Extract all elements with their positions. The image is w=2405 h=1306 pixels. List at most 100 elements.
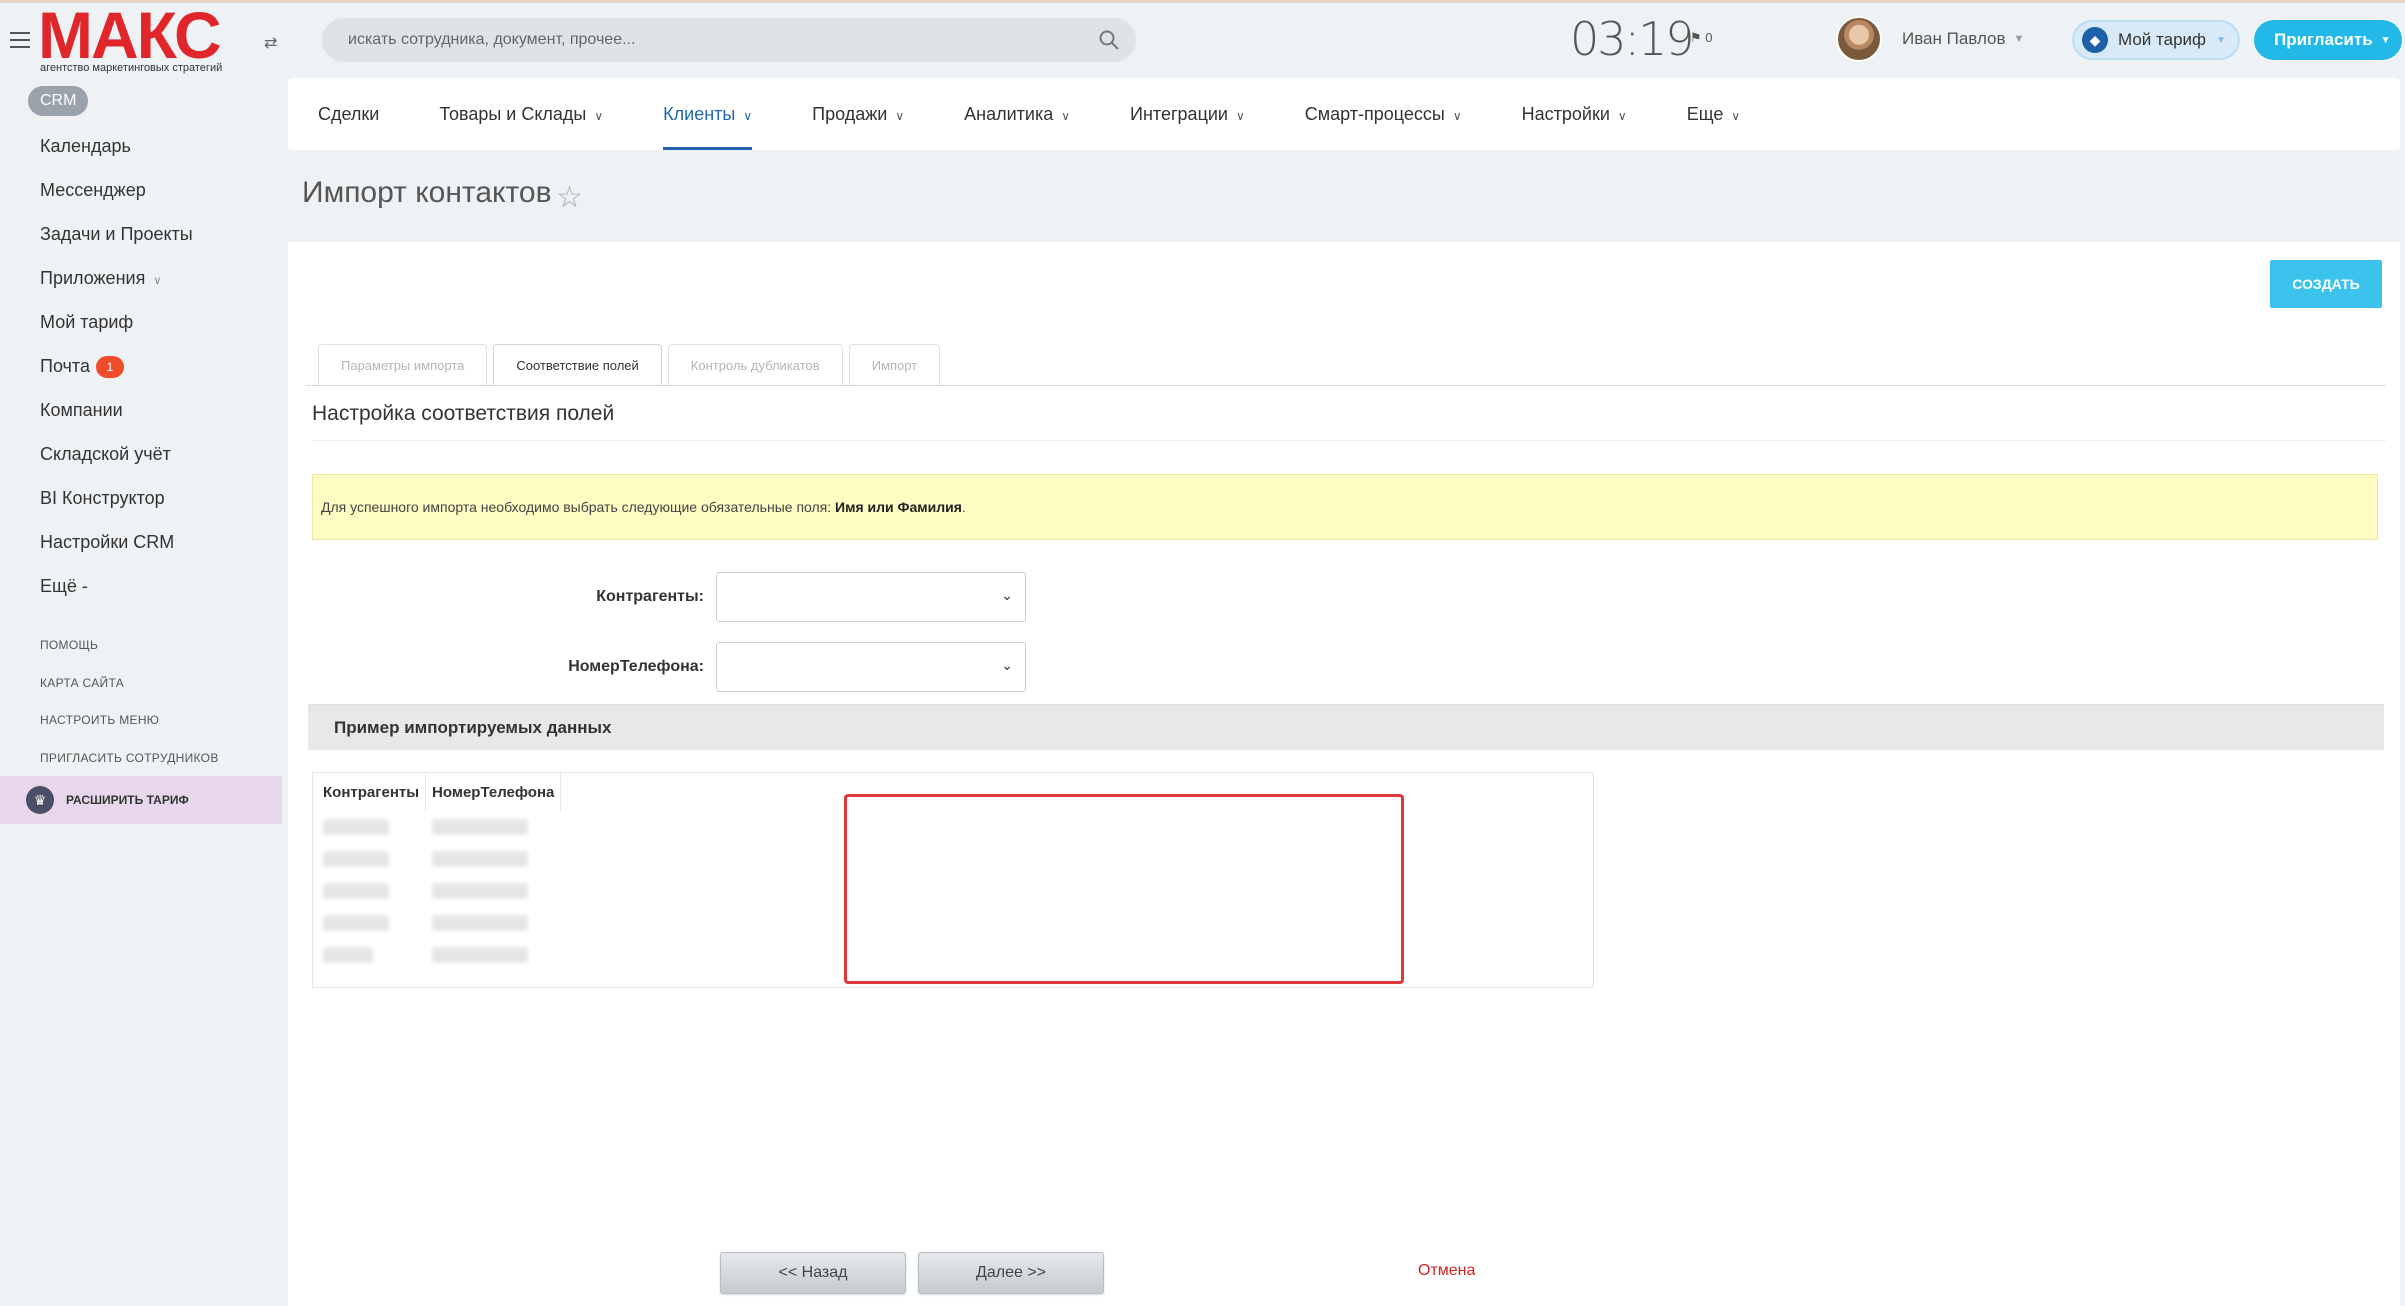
- upgrade-label: РАСШИРИТЬ ТАРИФ: [66, 793, 189, 807]
- crown-icon: ♛: [26, 786, 54, 814]
- sidebar-item-label: Компании: [40, 400, 123, 420]
- tab-import-params[interactable]: Параметры импорта: [318, 344, 488, 386]
- avatar: [1836, 16, 1882, 62]
- sidebar-item-more[interactable]: Ещё -: [0, 564, 282, 608]
- sidebar-item-tasks[interactable]: Задачи и Проекты: [0, 212, 282, 256]
- notice-required-field: Имя или Фамилия: [835, 499, 962, 515]
- sidebar-item-label: Мессенджер: [40, 180, 146, 200]
- chevron-down-icon: ∨: [594, 109, 604, 123]
- table-row: [317, 811, 561, 843]
- sample-data-header: Пример импортируемых данных: [308, 704, 2384, 750]
- nav-products[interactable]: Товары и Склады ∨: [439, 78, 603, 150]
- nav-sales[interactable]: Продажи ∨: [812, 78, 904, 150]
- table-row: [317, 907, 561, 939]
- chevron-down-icon: ∨: [895, 109, 905, 123]
- blurred-cell: [323, 883, 389, 899]
- user-name: Иван Павлов: [1902, 29, 2006, 48]
- chevron-down-icon: ∨: [1235, 109, 1245, 123]
- blurred-cell: [431, 851, 528, 867]
- chevron-down-icon: ∨: [1617, 109, 1627, 123]
- global-search[interactable]: [322, 18, 1136, 62]
- my-tariff-button[interactable]: ◆ Мой тариф ▼: [2072, 20, 2240, 60]
- sidebar-item-tariff[interactable]: Мой тариф: [0, 300, 282, 344]
- blurred-cell: [323, 947, 373, 963]
- clock[interactable]: 03:19: [1570, 12, 1695, 66]
- nav-integrations[interactable]: Интеграции ∨: [1130, 78, 1245, 150]
- phone-select[interactable]: ⌄: [716, 642, 1026, 692]
- sidebar-item-inventory[interactable]: Складской учёт: [0, 432, 282, 476]
- chevron-down-icon: ▼: [2216, 34, 2226, 46]
- sidebar-item-apps[interactable]: Приложения ∨: [0, 256, 282, 300]
- tariff-diamond-icon: ◆: [2082, 27, 2108, 53]
- chevron-down-icon: ▼: [2380, 34, 2391, 46]
- blurred-cell: [323, 915, 389, 931]
- blurred-cell: [431, 915, 528, 931]
- back-button[interactable]: << Назад: [720, 1252, 906, 1294]
- tariff-label: Мой тариф: [2118, 30, 2207, 49]
- column-header: НомерТелефона: [425, 773, 562, 811]
- company-logo[interactable]: МАКС агентство маркетинговых стратегий: [38, 2, 268, 74]
- sidebar-item-companies[interactable]: Компании: [0, 388, 282, 432]
- sidebar-item-label: Мой тариф: [40, 312, 134, 332]
- settings-sliders-icon[interactable]: ⇄: [264, 33, 277, 53]
- star-icon[interactable]: ☆: [556, 180, 583, 215]
- top-navigation: Сделки Товары и Склады ∨ Клиенты ∨ Продажи…: [288, 78, 2400, 150]
- invite-button[interactable]: Пригласить ▼: [2254, 20, 2402, 60]
- search-input[interactable]: [346, 18, 1086, 62]
- flag-icon: ⚑: [1690, 30, 1702, 45]
- nav-label: Настройки: [1521, 104, 1610, 124]
- nav-label: Аналитика: [964, 104, 1054, 124]
- sidebar-item-calendar[interactable]: Календарь: [0, 124, 282, 168]
- sidebar-item-messenger[interactable]: Мессенджер: [0, 168, 282, 212]
- notifications-flag[interactable]: ⚑ 0: [1690, 30, 1713, 46]
- chevron-down-icon: ∨: [743, 109, 753, 123]
- column-header: Контрагенты: [317, 773, 427, 811]
- search-icon[interactable]: [1098, 29, 1120, 51]
- help-link[interactable]: ПОМОЩЬ: [40, 638, 98, 652]
- sidebar-item-mail[interactable]: Почта 1: [0, 344, 282, 388]
- configure-menu-link[interactable]: НАСТРОИТЬ МЕНЮ: [40, 713, 159, 727]
- tab-import[interactable]: Импорт: [848, 344, 941, 386]
- field-row-phone: НомерТелефона: ⌄: [288, 642, 1026, 692]
- nav-more[interactable]: Еще ∨: [1687, 78, 1740, 150]
- sidebar-item-label: Приложения: [40, 268, 146, 288]
- nav-deals[interactable]: Сделки: [318, 78, 379, 150]
- sidebar-item-bi[interactable]: BI Конструктор: [0, 476, 282, 520]
- invite-label: Пригласить: [2274, 30, 2373, 49]
- crm-section-badge[interactable]: CRM: [28, 86, 89, 116]
- next-button[interactable]: Далее >>: [918, 1252, 1104, 1294]
- tab-duplicate-control[interactable]: Контроль дубликатов: [667, 344, 843, 386]
- contractors-select[interactable]: ⌄: [716, 572, 1026, 622]
- chevron-down-icon: ∨: [1061, 109, 1071, 123]
- user-menu[interactable]: Иван Павлов ▼: [1836, 16, 2024, 62]
- create-button[interactable]: СОЗДАТЬ: [2270, 260, 2382, 308]
- sitemap-link[interactable]: КАРТА САЙТА: [40, 676, 124, 690]
- cancel-link[interactable]: Отмена: [1418, 1262, 1475, 1280]
- sidebar-item-label: Ещё -: [40, 576, 88, 596]
- table-row: [317, 939, 561, 971]
- field-label: Контрагенты:: [596, 588, 704, 605]
- sidebar-item-label: Настройки CRM: [40, 532, 175, 552]
- hamburger-menu-icon[interactable]: [10, 32, 30, 48]
- nav-clients[interactable]: Клиенты ∨: [663, 78, 752, 150]
- nav-label: Товары и Склады: [439, 104, 587, 124]
- nav-settings[interactable]: Настройки ∨: [1522, 78, 1627, 150]
- nav-smart-processes[interactable]: Смарт-процессы ∨: [1305, 78, 1462, 150]
- notice-text: Для успешного импорта необходимо выбрать…: [321, 499, 836, 515]
- chevron-down-icon: ∨: [153, 275, 162, 287]
- tab-field-mapping[interactable]: Соответствие полей: [493, 344, 662, 386]
- sidebar-item-label: Почта: [40, 356, 90, 376]
- sidebar-item-label: Задачи и Проекты: [40, 224, 193, 244]
- sidebar-item-label: Складской учёт: [40, 444, 171, 464]
- field-row-contractors: Контрагенты: ⌄: [288, 572, 1026, 622]
- invite-employees-link[interactable]: ПРИГЛАСИТЬ СОТРУДНИКОВ: [40, 751, 219, 765]
- blurred-cell: [431, 883, 528, 899]
- sample-table: Контрагенты НомерТелефона: [317, 773, 562, 971]
- nav-analytics[interactable]: Аналитика ∨: [964, 78, 1070, 150]
- blurred-cell: [431, 947, 528, 963]
- upgrade-tariff-button[interactable]: ♛ РАСШИРИТЬ ТАРИФ: [0, 776, 282, 824]
- sidebar-item-crm-settings[interactable]: Настройки CRM: [0, 520, 282, 564]
- sidebar-item-label: BI Конструктор: [40, 488, 165, 508]
- chevron-down-icon: ∨: [1731, 109, 1741, 123]
- nav-label: Интеграции: [1130, 104, 1228, 124]
